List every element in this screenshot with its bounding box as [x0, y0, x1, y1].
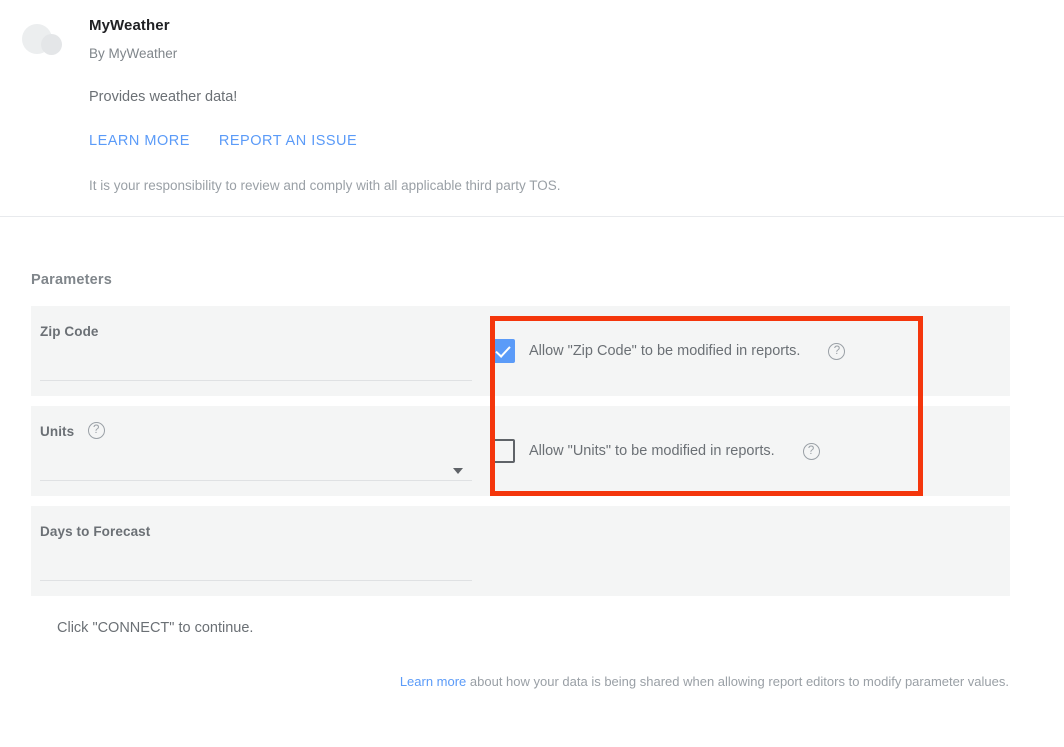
parameters-heading: Parameters: [31, 272, 1064, 288]
parameter-modifiable-zip-code: Allow "Zip Code" to be modified in repor…: [472, 306, 1010, 396]
parameter-modifiable-units: Allow "Units" to be modified in reports.…: [472, 406, 1010, 496]
connect-hint-text: Click "CONNECT" to continue.: [57, 620, 1064, 636]
units-select[interactable]: [40, 480, 472, 481]
parameter-field-units: Units ?: [31, 406, 472, 496]
connector-author: By MyWeather: [89, 45, 1064, 63]
days-to-forecast-input[interactable]: [40, 580, 472, 581]
parameter-label-units: Units: [40, 424, 74, 439]
allow-units-modified-checkbox[interactable]: [491, 439, 515, 463]
cloud-icon: [22, 24, 74, 58]
help-circle-icon-zip-code[interactable]: ?: [828, 343, 845, 360]
parameter-row-units: Units ? Allow "Units" to be modified in …: [31, 406, 1010, 496]
parameter-row-days-to-forecast: Days to Forecast: [31, 506, 1010, 596]
cloud-puff-small: [41, 34, 62, 55]
connector-header-text: MyWeather By MyWeather Provides weather …: [0, 16, 1064, 195]
connector-links: LEARN MORE REPORT AN ISSUE: [89, 133, 1064, 149]
help-circle-icon-units[interactable]: ?: [803, 443, 820, 460]
help-circle-icon-units-label[interactable]: ?: [88, 422, 105, 439]
learn-more-sharing-link[interactable]: Learn more: [400, 674, 466, 689]
third-party-tos-notice: It is your responsibility to review and …: [89, 177, 1064, 195]
data-sharing-note-text: about how your data is being shared when…: [466, 674, 1009, 689]
learn-more-link[interactable]: LEARN MORE: [89, 133, 190, 149]
zip-code-input[interactable]: [40, 380, 472, 381]
parameter-label-days-to-forecast: Days to Forecast: [40, 524, 150, 539]
parameter-field-zip-code: Zip Code: [31, 306, 472, 396]
parameters-section: Parameters Zip Code Allow "Zip Code" to …: [0, 217, 1064, 636]
allow-zip-code-modified-checkbox[interactable]: [491, 339, 515, 363]
allow-units-modified-checkbox-row[interactable]: Allow "Units" to be modified in reports.…: [491, 439, 820, 463]
data-sharing-note: Learn more about how your data is being …: [0, 673, 1009, 691]
connector-title: MyWeather: [89, 16, 1064, 36]
report-an-issue-link[interactable]: REPORT AN ISSUE: [219, 133, 357, 149]
parameter-modifiable-days-to-forecast: [472, 506, 1010, 596]
chevron-down-icon-units[interactable]: [453, 468, 463, 474]
connector-description: Provides weather data!: [89, 87, 1064, 107]
allow-zip-code-modified-checkbox-row[interactable]: Allow "Zip Code" to be modified in repor…: [491, 339, 845, 363]
parameter-label-zip-code: Zip Code: [40, 324, 99, 339]
parameter-row-zip-code: Zip Code Allow "Zip Code" to be modified…: [31, 306, 1010, 396]
allow-zip-code-modified-label: Allow "Zip Code" to be modified in repor…: [529, 341, 800, 361]
parameter-field-days-to-forecast: Days to Forecast: [31, 506, 472, 596]
allow-units-modified-label: Allow "Units" to be modified in reports.: [529, 441, 775, 461]
parameter-rows: Zip Code Allow "Zip Code" to be modified…: [0, 306, 1064, 596]
connector-header: MyWeather By MyWeather Provides weather …: [0, 0, 1064, 200]
